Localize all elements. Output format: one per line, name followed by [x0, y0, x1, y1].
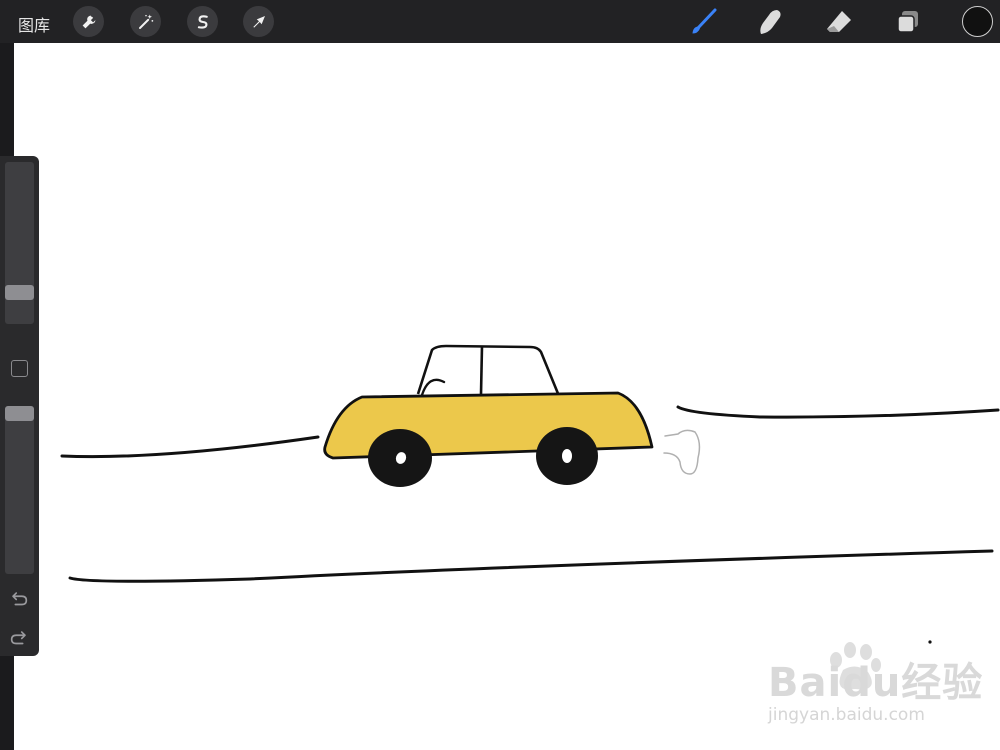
- brush-size-slider[interactable]: [5, 162, 34, 324]
- redo-icon[interactable]: [8, 627, 30, 649]
- car-cabin: [416, 344, 561, 397]
- smudge-finger-icon: [760, 10, 781, 34]
- left-sidebar: [0, 156, 39, 656]
- layers-button[interactable]: [891, 5, 925, 39]
- brush-icon: [692, 8, 717, 34]
- magic-wand-icon: [138, 14, 153, 29]
- road-line-left: [60, 435, 320, 459]
- color-picker-button[interactable]: [962, 6, 993, 37]
- arrow-cursor-icon: [252, 15, 265, 28]
- opacity-thumb[interactable]: [5, 406, 34, 421]
- brush-size-thumb[interactable]: [5, 285, 34, 300]
- watermark-text: Baidu经验: [768, 660, 984, 706]
- modify-button[interactable]: [11, 360, 28, 377]
- smudge-button[interactable]: [753, 5, 787, 39]
- artwork: [60, 344, 1000, 690]
- undo-icon[interactable]: [8, 588, 30, 610]
- eraser-button[interactable]: [822, 5, 856, 39]
- exhaust-puff: [663, 429, 701, 475]
- watermark-url: jingyan.baidu.com: [768, 705, 925, 725]
- drawing-canvas[interactable]: Baidu经验 jingyan.baidu.com: [14, 43, 1000, 750]
- selection-button[interactable]: [187, 6, 218, 37]
- opacity-slider[interactable]: [5, 406, 34, 574]
- road-line-right: [676, 405, 1000, 419]
- top-toolbar: 图库: [0, 0, 1000, 43]
- transform-button[interactable]: [243, 6, 274, 37]
- actions-button[interactable]: [73, 6, 104, 37]
- adjustments-button[interactable]: [130, 6, 161, 37]
- stray-dot: [928, 640, 932, 644]
- car-window-pillar: [479, 345, 484, 395]
- rear-wheel-hub: [562, 449, 572, 463]
- brush-button[interactable]: [686, 5, 720, 39]
- wrench-icon: [82, 15, 95, 28]
- eraser-icon: [827, 11, 851, 32]
- road-line-bottom: [68, 549, 994, 583]
- layers-icon: [897, 11, 918, 33]
- gallery-button[interactable]: 图库: [18, 12, 50, 36]
- selection-s-icon: [197, 14, 208, 29]
